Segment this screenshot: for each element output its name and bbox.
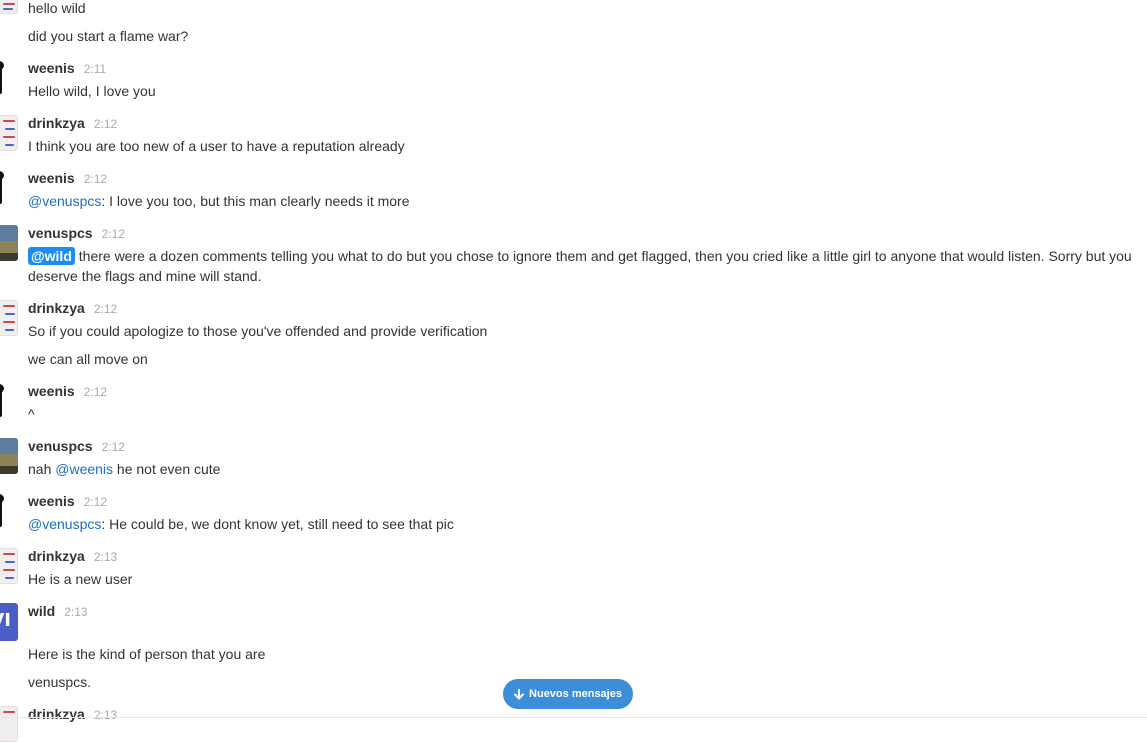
user-mention-link[interactable]: @venuspcs [28, 193, 101, 209]
user-avatar[interactable] [0, 115, 18, 151]
user-avatar[interactable] [0, 548, 18, 584]
message-timestamp: 2:12 [83, 172, 108, 186]
message-username[interactable]: wild 2:13 [28, 603, 88, 619]
message-username[interactable]: weenis 2:12 [28, 170, 107, 186]
message-text: @venuspcs: He could be, we dont know yet… [28, 516, 454, 532]
message-text: Hello wild, I love you [28, 83, 156, 99]
arrow-down-icon [514, 688, 525, 700]
user-avatar[interactable] [0, 300, 18, 336]
message-text: I think you are too new of a user to hav… [28, 138, 405, 154]
message-timestamp: 2:12 [101, 440, 125, 454]
user-avatar[interactable] [0, 225, 18, 261]
message-text: Here is the kind of person that you are [28, 646, 266, 662]
user-avatar[interactable] [0, 438, 18, 474]
new-messages-label: Nuevos mensajes [529, 688, 622, 700]
message-timestamp: 2:11 [83, 62, 107, 76]
message-timestamp: 2:12 [101, 227, 125, 241]
message-timestamp: 2:12 [93, 117, 118, 131]
message-username[interactable]: drinkzya 2:13 [28, 706, 117, 722]
message-text: So if you could apologize to those you'v… [28, 323, 488, 339]
user-avatar[interactable]: VI [0, 603, 18, 641]
message-username[interactable]: drinkzya 2:13 [28, 548, 117, 564]
message-timestamp: 2:13 [93, 550, 118, 564]
message-text: did you start a flame war? [28, 28, 189, 44]
user-avatar[interactable] [0, 170, 18, 206]
message-text: ^ [28, 406, 35, 422]
message-timestamp: 2:13 [93, 708, 118, 722]
message-username[interactable]: weenis 2:12 [28, 383, 107, 399]
user-mention-highlight[interactable]: @wild [28, 247, 75, 265]
message-text: nah @weenis he not even cute [28, 461, 221, 477]
new-messages-button[interactable]: Nuevos mensajes [503, 679, 633, 709]
message-text: we can all move on [28, 351, 148, 367]
message-username[interactable]: venuspcs 2:12 [28, 225, 125, 241]
user-avatar[interactable] [0, 383, 18, 419]
message-timestamp: 2:13 [64, 605, 88, 619]
message-text: venuspcs. [28, 674, 92, 690]
message-timestamp: 2:12 [83, 495, 108, 509]
message-username[interactable]: weenis 2:11 [28, 60, 106, 76]
user-avatar[interactable] [0, 706, 18, 742]
message-username[interactable]: drinkzya 2:12 [28, 115, 117, 131]
message-username[interactable]: weenis 2:12 [28, 493, 107, 509]
message-text: @wild there were a dozen comments tellin… [28, 247, 1132, 284]
message-timestamp: 2:12 [83, 385, 108, 399]
message-text: hello wild [28, 0, 86, 16]
user-mention-link[interactable]: @weenis [55, 461, 113, 477]
chat-message-list: hello wild did you start a flame war? we… [0, 0, 1147, 742]
user-avatar[interactable] [0, 493, 18, 529]
message-username[interactable]: drinkzya 2:12 [28, 300, 117, 316]
message-username[interactable]: venuspcs 2:12 [28, 438, 125, 454]
divider [0, 717, 1147, 718]
user-avatar[interactable] [0, 60, 18, 96]
user-avatar[interactable] [0, 0, 18, 14]
message-timestamp: 2:12 [93, 302, 118, 316]
user-mention-link[interactable]: @venuspcs [28, 516, 101, 532]
message-text: He is a new user [28, 571, 133, 587]
message-text: @venuspcs: I love you too, but this man … [28, 193, 410, 209]
